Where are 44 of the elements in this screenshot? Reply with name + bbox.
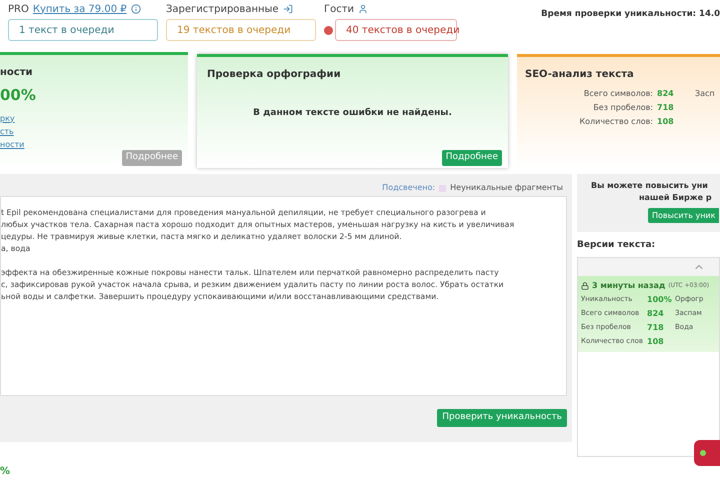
stat-value: 718: [657, 102, 675, 114]
queue-label: PRO: [8, 2, 29, 16]
version-value: 108: [647, 336, 665, 348]
version-value: 824: [647, 308, 665, 320]
alert-icon: [324, 26, 333, 34]
version-time: 3 минуты назад: [592, 280, 666, 292]
card-title: Проверка орфографии: [207, 68, 342, 82]
queue-label: Зарегистрированные: [166, 2, 279, 16]
user-icon: [358, 4, 368, 14]
queue-count: 1 текст в очереди: [8, 19, 158, 41]
version-value: 718: [647, 322, 665, 334]
stat-value: 824: [657, 88, 675, 100]
card-link[interactable]: сть: [0, 126, 14, 138]
promo-text: Вы можете повысить уни: [590, 180, 708, 192]
card-link[interactable]: рку: [0, 112, 15, 124]
stat-value: 108: [657, 116, 675, 128]
queue-label: Гости: [324, 2, 354, 16]
check-uniqueness-button[interactable]: Проверить уникальность: [437, 409, 567, 427]
details-button[interactable]: Подробнее: [442, 150, 502, 166]
version-value: 100%: [647, 294, 673, 306]
legend-text: Неуникальные фрагменты: [450, 182, 563, 194]
buy-link[interactable]: Купить за 79.00 ₽: [32, 2, 127, 16]
card-title: ности: [0, 66, 34, 80]
stat-label: Засп: [695, 88, 715, 100]
uniqueness-value: 00%: [0, 85, 37, 106]
check-time: Время проверки уникальности: 14.0: [541, 8, 720, 21]
spelling-message: В данном тексте ошибки не найдены.: [252, 107, 453, 120]
card-link[interactable]: ности: [0, 138, 24, 150]
text-area[interactable]: [0, 196, 567, 396]
login-icon: [282, 4, 293, 14]
stat-label: Без пробелов:: [592, 102, 654, 114]
result-value: %: [0, 465, 10, 479]
promo-text: нашей Бирже р: [638, 192, 712, 204]
queue-count: 19 текстов в очереди: [166, 19, 316, 41]
details-button[interactable]: Подробнее: [122, 150, 182, 166]
queue-count: 40 текстов в очереди: [335, 19, 457, 41]
stat-label: Всего символов:: [582, 88, 654, 100]
boost-button[interactable]: Повысить уник: [648, 208, 720, 223]
info-icon: [130, 4, 141, 14]
highlight-swatch: [439, 184, 446, 192]
card-title: SEO-анализ текста: [525, 68, 635, 82]
versions-title: Версии текста:: [577, 239, 656, 252]
legend-label: Подсвечено:: [382, 182, 436, 194]
stat-label: Количество слов:: [578, 116, 654, 128]
